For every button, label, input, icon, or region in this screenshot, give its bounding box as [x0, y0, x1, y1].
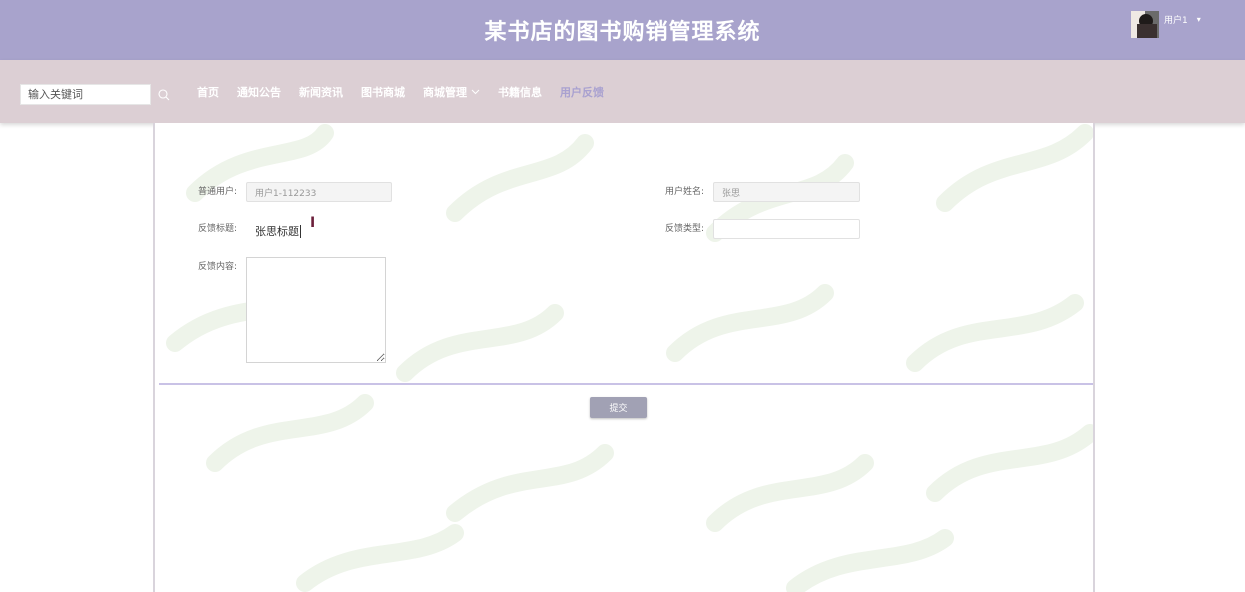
name-field[interactable]	[713, 182, 860, 202]
top-header: 某书店的图书购销管理系统 用户1 ▾	[0, 0, 1245, 60]
nav-item-book-mall[interactable]: 图书商城	[361, 84, 405, 100]
site-title: 某书店的图书购销管理系统	[484, 20, 761, 45]
chevron-down-icon	[471, 89, 480, 95]
nav-menu: 首页 通知公告 新闻资讯 图书商城 商城管理 书籍信息 用户反馈	[197, 84, 622, 100]
content-textarea[interactable]	[246, 257, 386, 363]
avatar[interactable]	[1131, 11, 1159, 38]
nav-item-book-info[interactable]: 书籍信息	[498, 84, 542, 100]
content-label: 反馈内容:	[198, 262, 238, 272]
title-field[interactable]: 张思标题	[246, 219, 392, 239]
search-input[interactable]	[20, 84, 151, 105]
feedback-form-panel: 普通用户: 用户姓名: 反馈标题: 张思标题 I 反馈类型: 反馈内容: 提交	[153, 123, 1095, 592]
text-cursor-icon: I	[310, 215, 316, 231]
nav-item-news[interactable]: 新闻资讯	[299, 84, 343, 100]
nav-bar: 首页 通知公告 新闻资讯 图书商城 商城管理 书籍信息 用户反馈	[0, 60, 1245, 123]
user-label: 普通用户:	[198, 187, 238, 197]
search-icon[interactable]	[157, 88, 171, 102]
type-label: 反馈类型:	[665, 224, 705, 234]
submit-button[interactable]: 提交	[590, 397, 647, 418]
user-field[interactable]	[246, 182, 392, 202]
nav-item-mall-management[interactable]: 商城管理	[423, 84, 480, 100]
nav-item-home[interactable]: 首页	[197, 84, 219, 100]
title-value: 张思标题	[255, 225, 301, 238]
type-field[interactable]	[713, 219, 860, 239]
user-menu-chevron-icon[interactable]: ▾	[1197, 15, 1201, 24]
user-menu[interactable]: 用户1 ▾	[1131, 11, 1201, 41]
title-label: 反馈标题:	[198, 224, 238, 234]
name-label: 用户姓名:	[665, 187, 705, 197]
user-name[interactable]: 用户1	[1164, 13, 1188, 26]
nav-item-notices[interactable]: 通知公告	[237, 84, 281, 100]
divider	[159, 383, 1093, 385]
nav-item-mall-management-label: 商城管理	[423, 86, 467, 99]
nav-item-user-feedback[interactable]: 用户反馈	[560, 84, 604, 100]
